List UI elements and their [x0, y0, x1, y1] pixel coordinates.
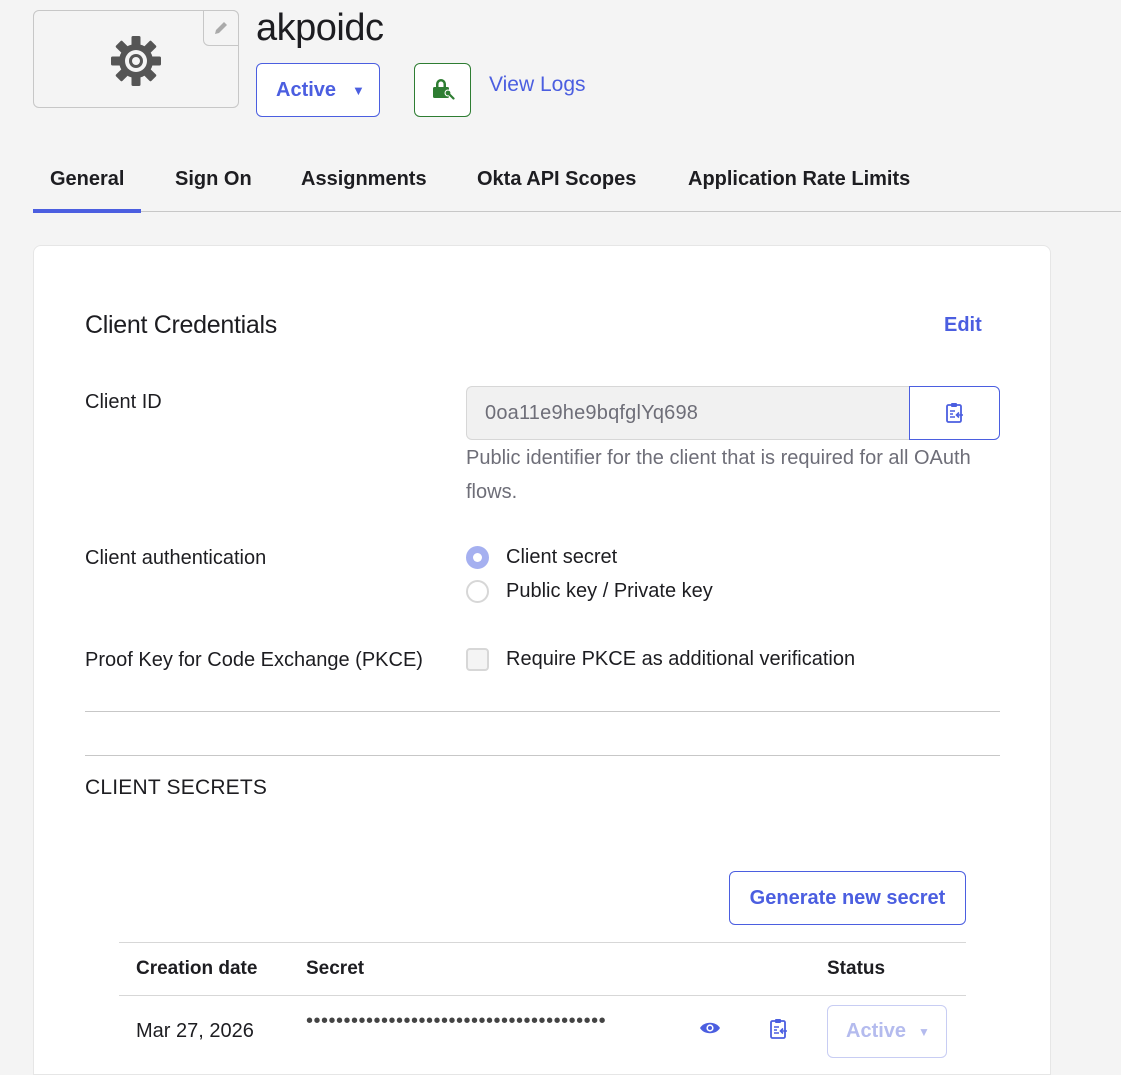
view-logs-link[interactable]: View Logs — [489, 73, 586, 97]
radio-label: Client secret — [506, 546, 618, 568]
radio-button[interactable] — [466, 546, 489, 569]
divider — [85, 755, 1000, 756]
section-title: Client Credentials — [85, 311, 277, 339]
tab-sign-on[interactable]: Sign On — [175, 168, 252, 191]
pkce-option-label: Require PKCE as additional verification — [506, 648, 856, 670]
generate-secret-button[interactable]: Generate new secret — [729, 871, 966, 925]
divider — [85, 711, 1000, 712]
tab-assignments[interactable]: Assignments — [301, 168, 427, 191]
eye-icon[interactable] — [699, 1021, 721, 1035]
app-title: akpoidc — [256, 7, 384, 49]
secret-status-label: Active — [846, 1020, 907, 1042]
edit-logo-button[interactable] — [203, 10, 239, 46]
app-status-dropdown[interactable]: Active ▼ — [256, 63, 380, 117]
table-header-border — [119, 995, 966, 996]
column-header-secret: Secret — [306, 958, 365, 979]
secret-creation-date: Mar 27, 2026 — [136, 1020, 254, 1042]
column-header-status: Status — [827, 958, 886, 979]
app-logo-box — [33, 10, 239, 108]
radio-public-private-key[interactable]: Public key / Private key — [466, 580, 713, 603]
client-auth-label: Client authentication — [85, 547, 267, 569]
pkce-checkbox-row[interactable]: Require PKCE as additional verification — [466, 648, 855, 671]
pencil-icon — [215, 22, 227, 34]
clipboard-icon[interactable] — [769, 1018, 789, 1040]
pkce-label: Proof Key for Code Exchange (PKCE) — [85, 649, 423, 671]
push-status-button[interactable] — [414, 63, 471, 117]
app-status-label: Active — [276, 78, 337, 101]
client-id-field[interactable]: 0oa11e9he9bqfglYq698 — [466, 386, 910, 440]
column-header-creation-date: Creation date — [136, 958, 258, 979]
secret-value-masked: •••••••••••••••••••••••••••••••••••••••• — [306, 1010, 607, 1032]
radio-client-secret[interactable]: Client secret — [466, 546, 617, 569]
client-id-help: Public identifier for the client that is… — [466, 447, 971, 503]
secret-status-dropdown[interactable]: Active ▼ — [827, 1005, 947, 1058]
tab-general[interactable]: General — [50, 168, 124, 191]
caret-down-icon: ▼ — [352, 82, 365, 98]
client-secrets-title: CLIENT SECRETS — [85, 776, 268, 799]
copy-client-id-button[interactable] — [909, 386, 1000, 440]
tab-okta-api-scopes[interactable]: Okta API Scopes — [477, 168, 636, 191]
tab-bar: General Sign On Assignments Okta API Sco… — [33, 150, 1121, 213]
active-tab-indicator — [33, 209, 141, 213]
table-top-border — [119, 942, 966, 943]
caret-down-icon: ▼ — [918, 1024, 930, 1039]
tab-application-rate-limits[interactable]: Application Rate Limits — [688, 168, 910, 191]
clipboard-icon — [945, 403, 963, 423]
gear-icon — [111, 36, 161, 86]
radio-label: Public key / Private key — [506, 580, 713, 602]
radio-button[interactable] — [466, 580, 489, 603]
lock-key-icon — [432, 79, 455, 100]
edit-button[interactable]: Edit — [944, 314, 982, 337]
pkce-checkbox[interactable] — [466, 648, 489, 671]
client-credentials-card: Client Credentials Edit Client ID 0oa11e… — [33, 245, 1051, 1075]
client-id-label: Client ID — [85, 391, 162, 413]
